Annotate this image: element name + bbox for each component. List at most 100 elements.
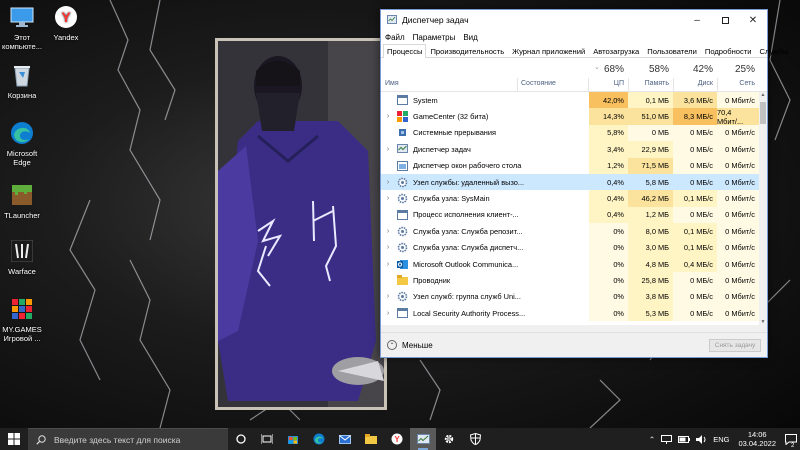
table-row[interactable]: Системные прерывания 5,8% 0 МБ 0 МБ/с 0 Мбит… [381, 124, 767, 142]
task-view-button[interactable] [254, 428, 280, 450]
expand-chevron-icon[interactable]: › [381, 113, 395, 120]
column-header-memory[interactable]: Память [628, 80, 669, 87]
table-row[interactable]: › Узел служб: группа служб Uni... 0% 3,8 МБ… [381, 288, 767, 306]
expand-chevron-icon[interactable]: › [381, 293, 395, 300]
disk-cell: 0 МБ/с [673, 305, 717, 322]
scroll-up-icon[interactable]: ▲ [759, 92, 767, 98]
expand-chevron-icon[interactable]: › [381, 228, 395, 235]
desktop-icon-mygames[interactable]: MY.GAMES Игровой ... [0, 296, 44, 343]
taskbar-mail[interactable] [332, 428, 358, 450]
tab-startup[interactable]: Автозагрузка [589, 44, 643, 57]
menu-file[interactable]: Файл [385, 33, 405, 42]
disk-cell: 0,1 МБ/с [673, 223, 717, 240]
task-manager-window[interactable]: Диспетчер задач – ✕ Файл Параметры Вид П… [380, 9, 788, 358]
table-row[interactable]: › Служба узла: Служба диспетч... 0% 3,0 МБ 0… [381, 239, 767, 256]
taskbar-settings[interactable] [436, 428, 462, 450]
desktop-icon-recycle-bin[interactable]: Корзина [0, 62, 44, 100]
process-name: Служба узла: SysMain [413, 194, 490, 204]
battery-icon[interactable] [678, 435, 691, 443]
desktop-icon-tlauncher[interactable]: TLauncher [0, 182, 44, 220]
network-total[interactable]: 25% [717, 64, 755, 75]
desktop-icon-this-pc[interactable]: Этот компьюте... [0, 4, 44, 51]
minimize-button[interactable]: – [683, 10, 711, 30]
network-icon[interactable] [661, 434, 673, 444]
title-bar[interactable]: Диспетчер задач – ✕ [381, 10, 767, 30]
network-cell: 0 Мбит/с [717, 141, 759, 158]
table-row[interactable]: Проводник 0% 25,8 МБ 0 МБ/с 0 Мбит/с [381, 272, 767, 289]
expand-chevron-icon[interactable]: › [381, 195, 395, 202]
tab-processes[interactable]: Процессы [383, 44, 427, 58]
table-row[interactable]: System 42,0% 0,1 МБ 3,6 МБ/с 0 Мбит/с [381, 92, 767, 109]
clock[interactable]: 14:06 03.04.2022 [738, 430, 776, 448]
end-task-button[interactable]: Снять задачу [709, 338, 761, 352]
input-language-indicator[interactable]: ENG [713, 435, 729, 444]
column-header-disk[interactable]: Диск [673, 80, 713, 87]
fewer-details-button[interactable]: ⌃ Меньше [387, 340, 433, 350]
taskbar-edge[interactable] [306, 428, 332, 450]
action-center-button[interactable]: 2 [782, 433, 800, 449]
desktop-icon-edge[interactable]: Microsoft Edge [0, 120, 44, 167]
disk-cell: 0 МБ/с [673, 288, 717, 306]
disk-cell: 0 МБ/с [673, 272, 717, 289]
memory-total[interactable]: 58% [628, 64, 669, 75]
clock-time: 14:06 [747, 430, 767, 439]
system-window-icon [397, 308, 408, 319]
process-name: Диспетчер задач [413, 144, 471, 154]
table-row[interactable]: Процесс исполнения клиент-... 0,4% 1,2 МБ 0… [381, 206, 767, 224]
column-header-cpu[interactable]: ЦП [589, 80, 624, 87]
expand-chevron-icon[interactable]: › [381, 146, 395, 153]
tab-app-history[interactable]: Журнал приложений [508, 44, 589, 57]
taskbar-task-manager[interactable] [410, 428, 436, 450]
tab-performance[interactable]: Производительность [426, 44, 508, 57]
column-header-name[interactable]: Имя [385, 80, 399, 87]
expand-chevron-icon[interactable]: › [381, 244, 395, 251]
table-row[interactable]: › Local Security Authority Process... 0% 5,… [381, 305, 767, 322]
disk-cell: 0,4 МБ/с [673, 255, 717, 273]
expand-chevron-icon[interactable]: › [381, 179, 395, 186]
expand-chevron-icon[interactable]: › [381, 310, 395, 317]
tab-services[interactable]: Службы [756, 44, 793, 57]
cpu-cell: 0,4% [589, 173, 628, 191]
tab-details[interactable]: Подробности [701, 44, 756, 57]
network-cell: 0 Мбит/с [717, 206, 759, 224]
taskbar-yandex[interactable]: Y [384, 428, 410, 450]
scroll-thumb[interactable] [760, 102, 766, 124]
taskbar-security[interactable] [462, 428, 488, 450]
table-row[interactable]: Диспетчер окон рабочего стола 1,2% 71,5 МБ… [381, 157, 767, 174]
table-row[interactable]: › Microsoft Outlook Communica... 0% 4,8 МБ 0… [381, 255, 767, 273]
cpu-cell: 0% [589, 272, 628, 289]
table-row[interactable]: › Диспетчер задач 3,4% 22,9 МБ 0 МБ/с 0 Мбит/… [381, 141, 767, 158]
start-button[interactable] [0, 428, 28, 450]
taskbar-file-explorer[interactable] [358, 428, 384, 450]
network-cell: 0 Мбит/с [717, 223, 759, 240]
service-gear-icon [397, 177, 408, 188]
table-row[interactable]: › Служба узла: Служба репозит... 0% 8,0 МБ 0… [381, 223, 767, 240]
clock-date: 03.04.2022 [738, 439, 776, 448]
cpu-total[interactable]: 68% [589, 64, 624, 75]
desktop-icon-warface[interactable]: Warface [0, 238, 44, 276]
disk-total[interactable]: 42% [673, 64, 713, 75]
folder-icon [365, 434, 377, 444]
table-row[interactable]: › GameCenter (32 бита) 14,3% 51,0 МБ 8,3 МБ/… [381, 108, 767, 126]
table-row[interactable]: › Узел службы: удаленный вызо... 0,4% 5,8 М… [381, 173, 767, 191]
close-button[interactable]: ✕ [739, 10, 767, 30]
process-name: Процесс исполнения клиент-... [413, 210, 519, 220]
svg-text:Y: Y [61, 9, 71, 25]
menu-view[interactable]: Вид [463, 33, 477, 42]
column-header-status[interactable]: Состояние [521, 80, 556, 87]
show-hidden-icons-button[interactable]: ⌃ [649, 435, 655, 444]
vertical-scrollbar[interactable]: ▲ ▼ [759, 92, 767, 325]
table-row[interactable]: › Служба узла: SysMain 0,4% 46,2 МБ 0,1 МБ/с… [381, 190, 767, 207]
tab-users[interactable]: Пользователи [643, 44, 701, 57]
cortana-button[interactable] [228, 428, 254, 450]
maximize-button[interactable] [711, 10, 739, 30]
column-header-network[interactable]: Сеть [717, 80, 755, 87]
cpu-cell: 0,4% [589, 190, 628, 207]
desktop-icon-yandex[interactable]: Y Yandex [44, 4, 88, 42]
taskbar-search[interactable]: Введите здесь текст для поиска [28, 428, 228, 450]
volume-icon[interactable] [696, 434, 707, 444]
disk-cell: 3,6 МБ/с [673, 92, 717, 109]
expand-chevron-icon[interactable]: › [381, 261, 395, 268]
taskbar-app-store[interactable] [280, 428, 306, 450]
menu-options[interactable]: Параметры [413, 33, 456, 42]
